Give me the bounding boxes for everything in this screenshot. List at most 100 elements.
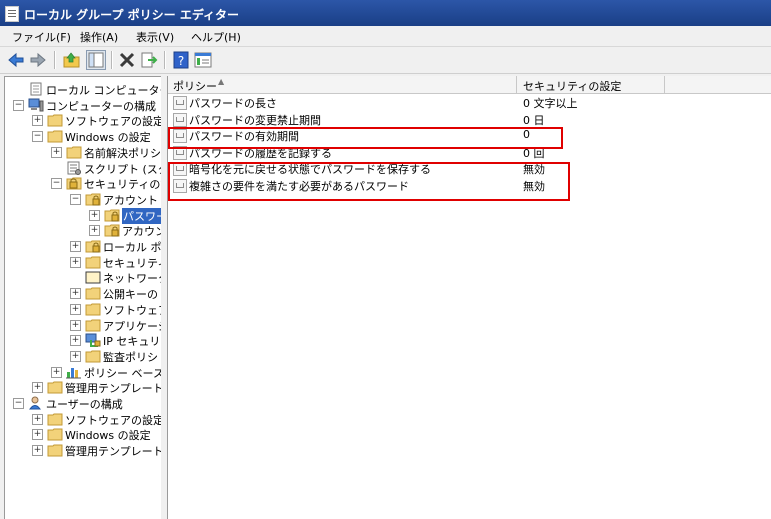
policy-icon — [28, 82, 44, 96]
folder-icon — [66, 145, 82, 159]
folder-icon — [47, 443, 63, 457]
column-header-setting[interactable]: セキュリティの設定 — [523, 78, 621, 94]
tree-node-label: Windows の設定 — [65, 131, 151, 145]
export-icon[interactable] — [139, 50, 159, 70]
menu-file[interactable]: ファイル(F) — [12, 29, 71, 45]
policy-list[interactable]: ポリシー ▲ セキュリティの設定 パスワードの長さ 0 文字以上 パスワードの変更禁… — [167, 76, 771, 519]
policy-editor-icon — [5, 6, 19, 22]
delete-icon[interactable] — [117, 50, 137, 70]
column-header-policy[interactable]: ポリシー — [173, 78, 217, 94]
tree-node-label: ローカル ポ — [103, 241, 162, 254]
folder-icon — [85, 302, 101, 316]
forward-icon[interactable] — [28, 50, 48, 70]
expand-icon[interactable]: + — [51, 366, 62, 378]
toolbar-separator — [111, 51, 113, 69]
expand-icon[interactable]: + — [70, 303, 81, 315]
tree-node-label: ソフトウェアの設定 — [65, 115, 162, 129]
script-icon — [66, 161, 82, 175]
sort-ascending-icon: ▲ — [218, 77, 225, 86]
policy-value: 0 文字以上 — [523, 97, 578, 110]
collapse-icon[interactable]: − — [51, 178, 62, 190]
window-title: ローカル グループ ポリシー エディター — [24, 8, 239, 22]
menu-help[interactable]: ヘルプ(H) — [191, 29, 241, 45]
table-row[interactable]: パスワードの変更禁止期間 0 日 — [168, 111, 771, 127]
folder-icon — [85, 286, 101, 300]
expand-icon[interactable]: + — [70, 319, 81, 331]
expand-icon[interactable]: + — [70, 350, 81, 362]
tree-node-label: ネットワーク — [103, 272, 161, 286]
navigation-tree[interactable]: ローカル コンピューター ポリシ−コンピューターの構成+ソフトウェアの設定−Wi… — [4, 76, 162, 519]
tree-node-label: Windows の設定 — [65, 429, 151, 443]
folder-icon — [85, 349, 101, 363]
tree-node-label: 管理用テンプレート — [65, 445, 162, 459]
folder-lock-icon — [104, 223, 120, 237]
ipsec-icon — [85, 333, 101, 348]
tree-node-label: ポリシー ベース — [84, 366, 162, 380]
collapse-icon[interactable]: − — [70, 193, 81, 205]
column-divider[interactable] — [516, 76, 517, 93]
back-icon[interactable] — [6, 50, 26, 70]
tree-node-label: アカウント ポ — [103, 193, 161, 207]
title-bar[interactable]: ローカル グループ ポリシー エディター — [0, 0, 771, 26]
tree-node-label: ソフトウェアの設定 — [65, 413, 162, 427]
properties-icon[interactable] — [193, 50, 213, 70]
folder-lock-icon — [85, 239, 101, 253]
annotation-box-max-age — [168, 127, 563, 149]
folder-icon — [85, 255, 101, 269]
expand-icon[interactable]: + — [32, 413, 43, 425]
policy-name: パスワードの長さ — [189, 97, 277, 110]
table-row[interactable]: パスワードの長さ 0 文字以上 — [168, 94, 771, 110]
expand-icon[interactable]: + — [89, 209, 100, 221]
folder-icon — [47, 113, 63, 127]
policy-setting-icon — [173, 96, 187, 110]
tree-node-label: IP セキュリ — [103, 335, 161, 349]
expand-icon[interactable]: + — [70, 241, 81, 252]
computer-icon — [28, 98, 44, 112]
expand-icon[interactable]: + — [32, 445, 43, 457]
user-icon — [28, 396, 44, 410]
show-hide-tree-icon[interactable] — [86, 50, 106, 70]
tree-node-label: 名前解決ポリシ — [84, 146, 161, 160]
expand-icon[interactable]: + — [89, 225, 100, 237]
collapse-icon[interactable]: − — [13, 99, 24, 111]
annotation-box-reversible-complexity — [168, 162, 570, 201]
tree-node-label: パスワード — [122, 207, 161, 224]
tree-node-label: ソフトウェア — [103, 303, 161, 317]
tree-node-label: セキュリティの設 — [84, 178, 161, 192]
up-icon[interactable] — [62, 50, 82, 70]
column-divider[interactable] — [664, 76, 665, 93]
help-icon[interactable]: ? — [171, 50, 191, 70]
tree-node-label: アプリケーシ — [103, 319, 161, 333]
chart-icon — [66, 365, 82, 379]
tree-node-label: ユーザーの構成 — [46, 398, 123, 411]
folder-lock-icon — [85, 192, 101, 206]
toolbar: ? — [0, 47, 771, 74]
expand-icon[interactable]: + — [32, 429, 43, 441]
policy-value: 0 日 — [523, 113, 545, 127]
tree-node-label: ローカル コンピューター ポリシ — [46, 84, 161, 97]
folder-open-icon — [85, 270, 101, 284]
collapse-icon[interactable]: − — [13, 398, 24, 409]
policy-name: パスワードの変更禁止期間 — [189, 113, 321, 127]
expand-icon[interactable]: + — [32, 382, 43, 394]
menu-bar: ファイル(F) 操作(A) 表示(V) ヘルプ(H) — [0, 26, 771, 47]
expand-icon[interactable]: + — [70, 288, 81, 300]
folder-lock-icon — [104, 208, 120, 222]
expand-icon[interactable]: + — [51, 146, 62, 158]
folder-icon — [47, 380, 63, 394]
tree-node-label: 監査ポリシ — [103, 350, 158, 364]
tree-node-label: コンピューターの構成 — [46, 99, 156, 113]
folder-icon — [47, 427, 63, 441]
folder-icon — [47, 129, 63, 143]
collapse-icon[interactable]: − — [32, 131, 43, 143]
expand-icon[interactable]: + — [70, 335, 81, 347]
expand-icon[interactable]: + — [32, 115, 43, 127]
tree-node-label: 管理用テンプレート — [65, 382, 162, 396]
svg-text:?: ? — [178, 54, 184, 68]
menu-action[interactable]: 操作(A) — [80, 29, 118, 45]
expand-icon[interactable]: + — [70, 256, 81, 268]
toolbar-separator — [164, 51, 166, 69]
folder-icon — [47, 412, 63, 426]
tree-node-label: スクリプト (スタ — [84, 162, 162, 176]
menu-view[interactable]: 表示(V) — [136, 29, 174, 45]
